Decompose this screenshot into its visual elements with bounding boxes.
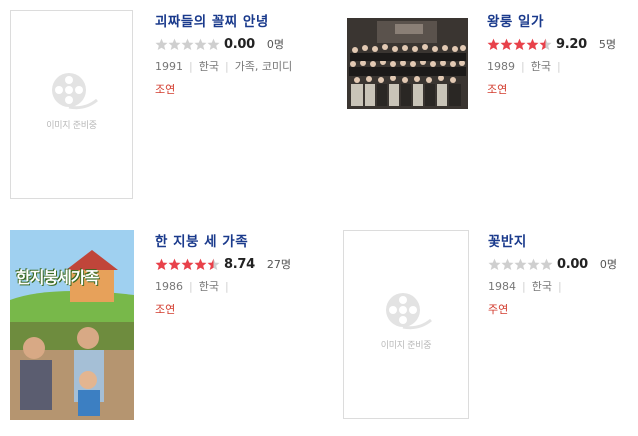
film-reel-icon (51, 73, 98, 110)
movie-meta: 1984 | 한국 | (488, 280, 638, 294)
star-icon (539, 38, 552, 50)
divider: | (521, 60, 525, 73)
movie-title-link[interactable]: 한 지붕 세 가족 (155, 232, 315, 252)
star-rating (487, 38, 552, 51)
star-icon (181, 38, 194, 50)
divider: | (189, 60, 193, 73)
divider: | (557, 280, 562, 293)
rating-count: 5명 (598, 38, 616, 51)
star-icon (487, 38, 500, 50)
movie-title-link[interactable]: 왕룽 일가 (487, 12, 638, 32)
star-icon (168, 258, 181, 270)
movie-meta: 1991 | 한국 | 가족, 코미디 (155, 60, 315, 74)
movie-card: 이미지 준비중 괴짜들의 꼴찌 안녕 0.00 0명 1991 | 한국 | 가족, 코… (10, 10, 310, 210)
star-icon (155, 258, 168, 270)
star-icon (540, 258, 553, 270)
poster-placeholder[interactable]: 이미지 준비중 (343, 230, 469, 419)
country: 한국 (530, 60, 551, 73)
rating-count: 0명 (599, 258, 617, 271)
film-reel-icon (386, 293, 432, 330)
rating-row: 8.74 27명 (155, 256, 315, 272)
star-icon (155, 38, 168, 50)
poster-image[interactable] (347, 18, 468, 109)
star-icon (514, 258, 527, 270)
movie-card: 왕룽 일가 9.20 5명 1989 | 한국 | 조연 (347, 10, 638, 210)
divider: | (189, 280, 193, 293)
rating-row: 0.00 0명 (155, 36, 315, 52)
star-icon (181, 258, 194, 270)
poster-placeholder[interactable]: 이미지 준비중 (10, 10, 133, 199)
role-label: 주연 (488, 303, 509, 316)
rating-score: 8.74 (224, 256, 255, 272)
star-icon (488, 258, 501, 270)
star-icon (168, 38, 181, 50)
poster-logo: 한지붕세가족 (16, 268, 99, 287)
movie-meta: 1989 | 한국 | (487, 60, 638, 74)
movie-title-link[interactable]: 괴짜들의 꼴찌 안녕 (155, 12, 315, 32)
country: 한국 (198, 280, 219, 293)
movie-card: 이미지 준비중 꽃반지 0.00 0명 1984 | 한국 | 주연 (343, 230, 638, 430)
release-year: 1991 (155, 60, 183, 73)
rating-score: 0.00 (224, 36, 255, 52)
poster-image[interactable]: 한지붕세가족 (10, 230, 134, 420)
star-rating (155, 258, 220, 271)
family-poster (10, 230, 134, 420)
divider: | (556, 60, 561, 73)
role-label: 조연 (155, 83, 176, 96)
release-year: 1989 (487, 60, 515, 73)
star-icon (526, 38, 539, 50)
divider: | (522, 280, 526, 293)
rating-count: 0명 (266, 38, 284, 51)
release-year: 1986 (155, 280, 183, 293)
rating-count: 27명 (266, 258, 291, 271)
role-label: 조연 (155, 303, 176, 316)
divider: | (224, 60, 229, 73)
movie-meta: 1986 | 한국 | (155, 280, 315, 294)
country: 한국 (531, 280, 552, 293)
placeholder-text: 이미지 준비중 (46, 121, 97, 131)
star-icon (513, 38, 526, 50)
star-icon (194, 258, 207, 270)
role-label: 조연 (487, 83, 508, 96)
star-rating (155, 38, 220, 51)
rating-score: 9.20 (556, 36, 587, 52)
star-icon (501, 258, 514, 270)
star-icon (500, 38, 513, 50)
placeholder-text: 이미지 준비중 (380, 341, 432, 351)
star-icon (207, 38, 220, 50)
star-rating (488, 258, 553, 271)
movie-title-link[interactable]: 꽃반지 (488, 232, 638, 252)
rating-row: 0.00 0명 (488, 256, 638, 272)
country: 한국 (198, 60, 219, 73)
star-icon (527, 258, 540, 270)
genre: 가족, 코미디 (234, 60, 293, 73)
group-photo (347, 18, 468, 109)
rating-score: 0.00 (557, 256, 588, 272)
release-year: 1984 (488, 280, 516, 293)
divider: | (224, 280, 229, 293)
movie-card: 한지붕세가족 한 지붕 세 가족 8.74 27명 1986 | 한국 | 조연 (10, 230, 310, 430)
rating-row: 9.20 5명 (487, 36, 638, 52)
star-icon (194, 38, 207, 50)
star-icon (207, 258, 220, 270)
